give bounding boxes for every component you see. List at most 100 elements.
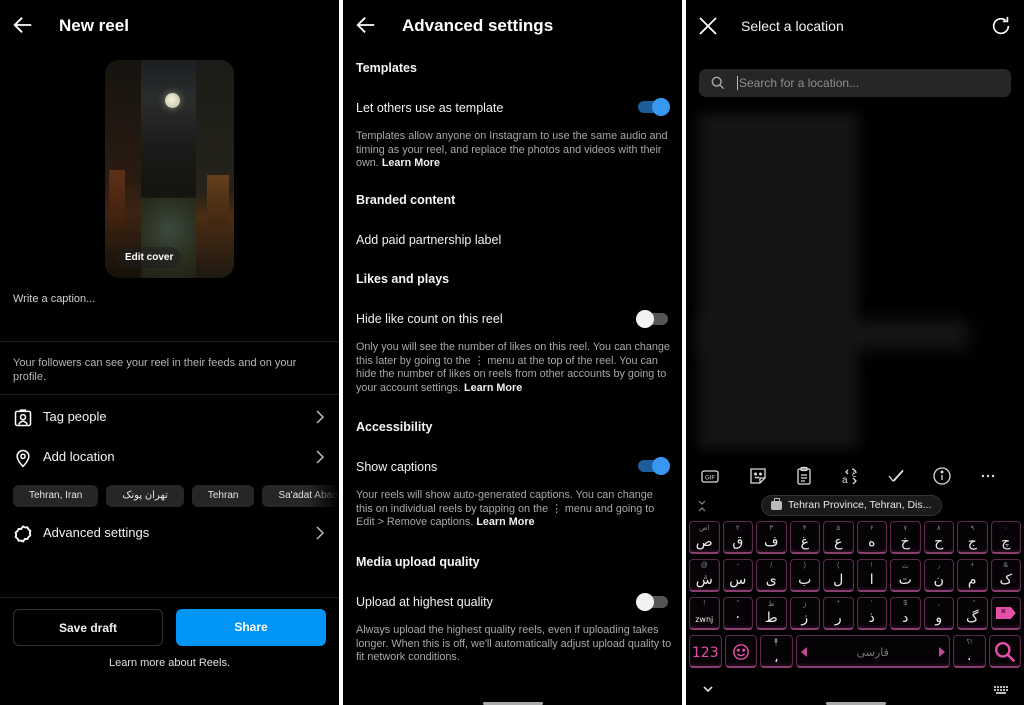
backspace-x: ×: [1000, 606, 1007, 616]
info-icon[interactable]: [932, 466, 952, 486]
keyboard-key[interactable]: ۰چ: [990, 521, 1021, 554]
emoji-key[interactable]: [724, 635, 757, 668]
tag-people-row[interactable]: Tag people: [0, 399, 339, 435]
keyboard-key[interactable]: ' ذ: [856, 597, 887, 630]
keyboard-key[interactable]: ثت: [890, 559, 921, 592]
keyboard-key[interactable]: + م: [957, 559, 988, 592]
setting-template[interactable]: Let others use as template: [356, 101, 503, 115]
arrow-left-icon[interactable]: [12, 14, 34, 36]
location-chip[interactable]: Tehran: [191, 485, 255, 507]
divider: [0, 341, 339, 342]
tag-person-icon: [14, 409, 32, 427]
collapse-icon[interactable]: [696, 499, 708, 513]
key-label: ه: [868, 534, 876, 550]
search-key[interactable]: [988, 635, 1021, 668]
backspace-key[interactable]: ×: [990, 597, 1021, 630]
key-label: م: [967, 572, 977, 588]
keyboard-key[interactable]: / ی: [756, 559, 787, 592]
key-label: ش: [695, 572, 713, 588]
location-pin-icon: [16, 449, 30, 468]
keyboard-key[interactable]: ٫ ن: [923, 559, 954, 592]
keyboard-key[interactable]: ! ا: [856, 559, 887, 592]
space-key[interactable]: فارسی: [795, 635, 950, 668]
keyboard-key[interactable]: ۶ه: [856, 521, 887, 554]
keyboard-icon[interactable]: [994, 686, 1008, 695]
setting-show-captions[interactable]: Show captions: [356, 460, 437, 474]
key-label: ط: [764, 610, 778, 626]
learn-more-link[interactable]: Learn More: [476, 516, 534, 528]
share-button[interactable]: Share: [176, 609, 326, 646]
refresh-icon[interactable]: [990, 15, 1012, 37]
key-hint: ۹: [970, 525, 975, 532]
learn-more-reels-link[interactable]: Learn more about Reels.: [0, 657, 339, 669]
keyboard-key[interactable]: اص ص: [689, 521, 720, 554]
captions-toggle[interactable]: [638, 457, 670, 475]
setting-hide-likes[interactable]: Hide like count on this reel: [356, 312, 503, 326]
location-suggestion-chip[interactable]: Tehran Province, Tehran, Dis...: [761, 495, 943, 516]
key-label: فارسی: [856, 646, 889, 659]
keyboard-key[interactable]: ۴غ: [789, 521, 820, 554]
keyboard-key[interactable]: ۷خ: [890, 521, 921, 554]
hide-likes-toggle[interactable]: [636, 310, 668, 328]
advanced-settings-row[interactable]: Advanced settings: [0, 515, 339, 551]
keyboard-key[interactable]: * ر: [823, 597, 854, 630]
keyboard-key[interactable]: & ک: [990, 559, 1021, 592]
clipboard-icon[interactable]: [794, 466, 814, 486]
highest-quality-toggle[interactable]: [636, 593, 668, 611]
cover-image-window: [109, 170, 125, 230]
toggle-knob: [652, 457, 670, 475]
keyboard-key[interactable]: " ·: [722, 597, 753, 630]
keyboard-key[interactable]: @ ش: [689, 559, 720, 592]
keyboard-key[interactable]: ۵ع: [823, 521, 854, 554]
caption-input[interactable]: Write a caption...: [13, 293, 95, 305]
sticker-icon[interactable]: [748, 466, 768, 486]
key-label: ح: [934, 534, 944, 550]
edit-cover-button[interactable]: Edit cover: [117, 247, 182, 268]
keyboard-key[interactable]: ۸ح: [923, 521, 954, 554]
period-key[interactable]: ؟!.: [953, 635, 986, 668]
keyboard-key[interactable]: -س: [722, 559, 753, 592]
keyboard-row: 123 ، فارسی ؟!.: [689, 635, 1021, 669]
gif-icon[interactable]: GIF: [700, 466, 720, 486]
numbers-key[interactable]: 123: [689, 635, 722, 668]
keyboard-key[interactable]: ! zwnj: [689, 597, 720, 630]
keyboard-toolbar: GIF aع: [686, 462, 1024, 488]
key-label: ی: [765, 572, 777, 588]
hide-keyboard-icon[interactable]: [702, 684, 714, 694]
template-toggle[interactable]: [638, 98, 670, 116]
keyboard-key[interactable]: ۹ج: [957, 521, 988, 554]
reel-cover-thumbnail[interactable]: Edit cover: [105, 60, 234, 278]
setting-paid-partnership[interactable]: Add paid partnership label: [356, 233, 501, 247]
key-hint: -: [736, 562, 739, 569]
keyboard-key[interactable]: ژز: [789, 597, 820, 630]
comma-mic-key[interactable]: ،: [760, 635, 793, 668]
learn-more-link[interactable]: Learn More: [382, 157, 440, 169]
blurred-location-list: [698, 113, 858, 448]
gear-icon: [14, 525, 32, 543]
keyboard-row: @ ش - س / ی) ب(ل! ا ث ت ٫ ن + م & ک: [689, 559, 1021, 593]
keyboard-key[interactable]: $ د: [890, 597, 921, 630]
setting-highest-quality[interactable]: Upload at highest quality: [356, 595, 493, 609]
save-draft-button[interactable]: Save draft: [13, 609, 163, 646]
location-search-input[interactable]: Search for a location...: [699, 69, 1011, 97]
chips-fade: [309, 480, 339, 514]
more-icon[interactable]: [978, 466, 998, 486]
keyboard-key[interactable]: ، و: [923, 597, 954, 630]
keyboard-key[interactable]: ظط: [756, 597, 787, 630]
close-icon[interactable]: [698, 16, 718, 36]
keyboard-key[interactable]: ) ب: [789, 559, 820, 592]
keyboard-key[interactable]: ۳ف: [756, 521, 787, 554]
location-chip[interactable]: Tehran, Iran: [13, 485, 99, 507]
key-hint: ،: [937, 601, 940, 608]
location-chip[interactable]: تهران پونک: [106, 485, 184, 507]
keyboard-key[interactable]: ًگ: [957, 597, 988, 630]
key-label: چ: [1001, 534, 1011, 550]
arrow-left-icon[interactable]: [355, 14, 377, 36]
translate-icon[interactable]: aع: [840, 466, 860, 486]
learn-more-link[interactable]: Learn More: [464, 382, 522, 394]
key-hint: ؟!: [966, 639, 973, 646]
keyboard-key[interactable]: ۲ق: [722, 521, 753, 554]
keyboard-key[interactable]: (ل: [823, 559, 854, 592]
spellcheck-icon[interactable]: [886, 466, 906, 486]
add-location-row[interactable]: Add location: [0, 439, 339, 475]
